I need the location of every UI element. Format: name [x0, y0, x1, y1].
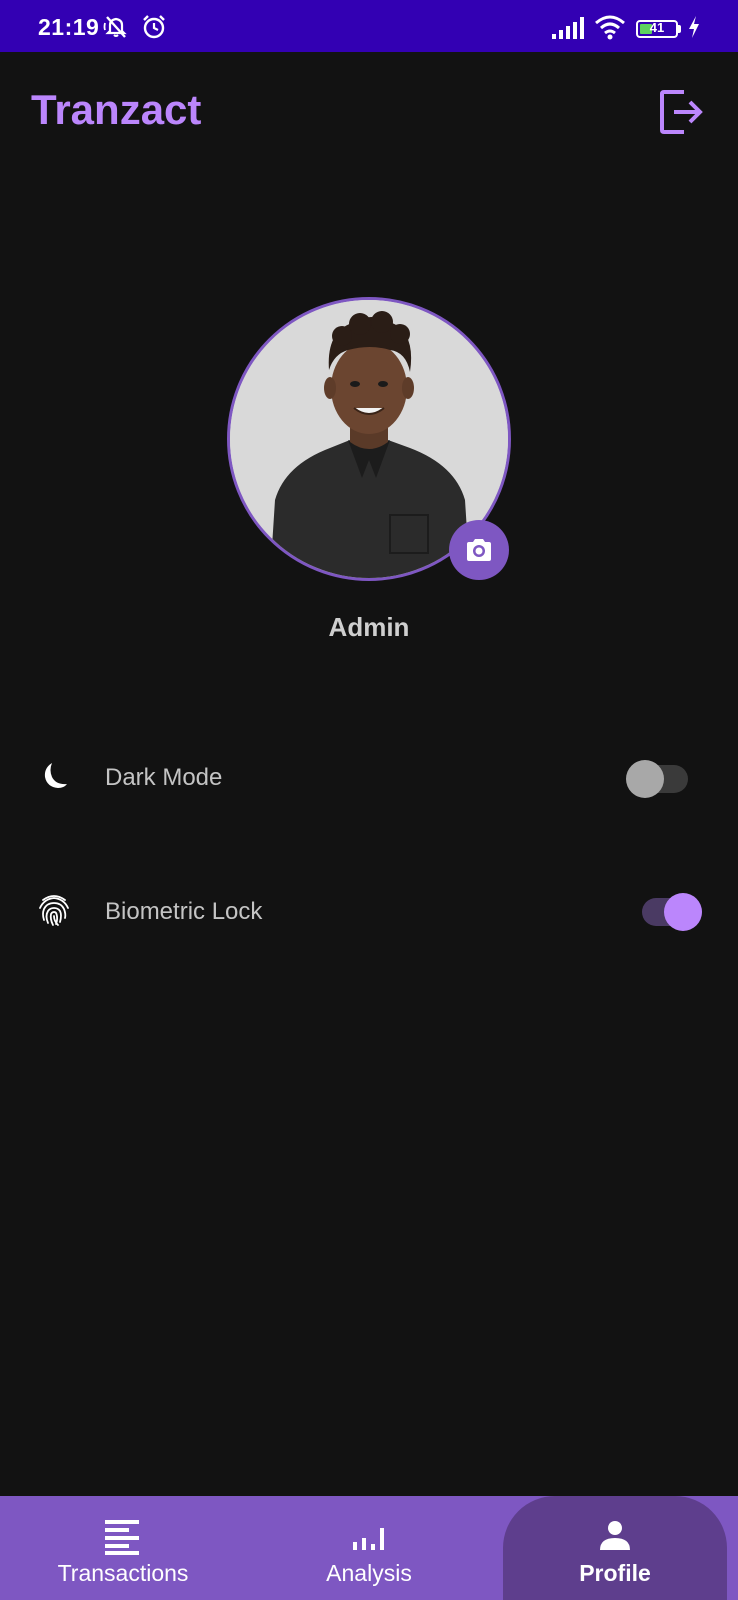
nav-item-analysis[interactable]: Analysis [246, 1496, 492, 1600]
nav-label-profile: Profile [579, 1560, 651, 1586]
setting-row-dark-mode[interactable]: Dark Mode [0, 738, 738, 818]
charging-icon [689, 16, 699, 38]
person-icon [600, 1521, 630, 1550]
switch-thumb [664, 893, 702, 931]
setting-label-biometric-lock: Biometric Lock [105, 898, 263, 925]
avatar-container [227, 297, 511, 581]
moon-icon [44, 763, 67, 788]
logout-icon [660, 90, 703, 134]
wifi-icon [595, 15, 625, 40]
switch-thumb [626, 760, 664, 798]
nav-item-profile[interactable]: Profile [503, 1496, 727, 1600]
nav-label-analysis: Analysis [326, 1560, 412, 1586]
dark-mode-switch[interactable] [624, 759, 690, 799]
status-time: 21:19 [38, 14, 100, 40]
change-photo-button[interactable] [449, 520, 509, 580]
mute-icon [103, 16, 127, 38]
fingerprint-icon [39, 895, 69, 926]
profile-screen: 21:19 41 Tranzact Admin Dark Mode Biomet… [0, 0, 738, 1600]
bottom-nav: Transactions Analysis Profile [0, 1496, 738, 1600]
signal-icon [552, 17, 584, 39]
list-icon [105, 1520, 139, 1555]
camera-icon [467, 539, 491, 561]
status-bar: 21:19 41 [0, 0, 738, 52]
bar-chart-icon [353, 1528, 384, 1550]
profile-name: Admin [328, 612, 410, 642]
nav-item-transactions[interactable]: Transactions [0, 1496, 246, 1600]
setting-label-dark-mode: Dark Mode [105, 764, 223, 791]
biometric-lock-switch[interactable] [638, 891, 704, 933]
app-title: Tranzact [31, 86, 202, 133]
logout-button[interactable] [654, 86, 706, 138]
nav-label-transactions: Transactions [57, 1560, 189, 1586]
battery-icon: 41 [636, 20, 678, 38]
setting-row-biometric-lock[interactable]: Biometric Lock [0, 872, 738, 952]
battery-tip [678, 25, 681, 33]
battery-level: 41 [649, 20, 665, 35]
alarm-icon [143, 15, 165, 39]
